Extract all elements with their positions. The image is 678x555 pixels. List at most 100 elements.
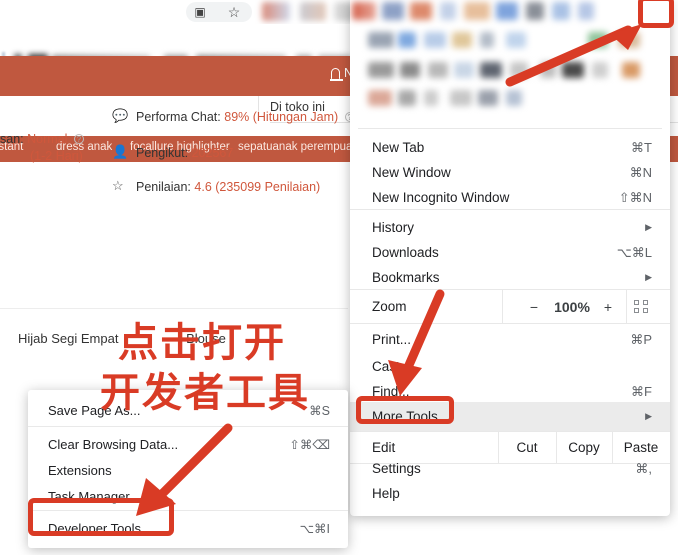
menu-zoom-row: Zoom − 100% + — [350, 290, 670, 323]
star-icon: ☆ — [112, 178, 124, 193]
stat-rating-label: Penilaian: — [136, 180, 191, 194]
submenu-item-accel: ⇧⌘⌫ — [289, 437, 330, 452]
menu-header-tile — [398, 90, 416, 106]
extension-icon-blurred[interactable] — [262, 2, 290, 21]
chrome-main-menu: New Tab ⌘T New Window ⌘N New Incognito W… — [350, 0, 670, 516]
menu-header-tile — [510, 62, 528, 78]
menu-header-tile — [398, 32, 416, 48]
submenu-divider — [28, 426, 348, 427]
fullscreen-icon[interactable] — [634, 300, 648, 313]
menu-item-accel: ⌘F — [631, 383, 652, 399]
menu-header-tile — [424, 90, 438, 106]
menu-header-tile — [450, 90, 472, 106]
shipping-detail: (1-2 Hari) — [30, 149, 83, 163]
shipping-info: san: Normal ? (1-2 Hari) — [0, 132, 84, 163]
stat-followers-label: Pengikut: — [136, 146, 189, 160]
menu-item-accel: ⌘T — [631, 139, 652, 155]
bell-icon — [329, 68, 343, 81]
category-divider — [0, 308, 348, 309]
menu-header-tile — [578, 2, 594, 20]
menu-header-tile — [382, 2, 404, 20]
menu-item-label: Settings — [372, 461, 421, 476]
menu-item-accel: ⌥⌘L — [616, 244, 652, 260]
chat-icon: 💬 — [112, 108, 129, 123]
menu-header-tile — [506, 90, 522, 106]
menu-header-tile — [424, 32, 446, 48]
zoom-divider — [502, 290, 503, 323]
submenu-item-extensions[interactable]: Extensions — [28, 456, 348, 484]
category-item[interactable]: Hijab Segi Empat — [18, 331, 118, 346]
annotation-box-developer-tools — [28, 498, 174, 536]
menu-item-print[interactable]: Print... ⌘P — [350, 325, 670, 354]
menu-header-tile — [526, 2, 544, 20]
menu-header-divider — [358, 128, 662, 129]
menu-header-tile — [410, 2, 432, 20]
annotation-text-line2: 开发者工具 — [100, 370, 310, 416]
annotation-box-kebab-menu — [638, 0, 674, 28]
menu-header-tile — [440, 2, 456, 20]
menu-header-tile — [622, 62, 640, 78]
menu-header-tile — [454, 62, 474, 78]
menu-item-label: New Window — [372, 165, 451, 180]
menu-header-tile — [464, 2, 490, 20]
zoom-out-button[interactable]: − — [526, 299, 542, 315]
stat-rating: Penilaian: 4.6 (235099 Penilaian) — [136, 180, 320, 194]
chevron-right-icon: ▶ — [645, 272, 652, 282]
submenu-item-accel: ⌘S — [309, 403, 330, 418]
extension-icon-blurred[interactable] — [300, 2, 326, 21]
submenu-item-label: Clear Browsing Data... — [48, 436, 179, 452]
menu-item-bookmarks[interactable]: Bookmarks ▶ — [350, 263, 670, 292]
menu-header-tile — [428, 62, 448, 78]
translate-icon[interactable]: ▣ — [192, 4, 208, 20]
stat-rating-value: 4.6 (235099 Penilaian) — [194, 180, 321, 194]
menu-header-tile — [478, 90, 498, 106]
tag-item[interactable]: sepatuanak perempuan — [238, 141, 359, 153]
shipping-value: Normal — [27, 132, 68, 146]
stat-followers-value: 202567 — [191, 146, 234, 160]
menu-item-label: Cast... — [372, 359, 412, 374]
star-icon[interactable]: ☆ — [226, 4, 242, 20]
submenu-item-label: Extensions — [48, 462, 112, 478]
menu-item-new-incognito-window[interactable]: New Incognito Window ⇧⌘N — [350, 183, 670, 212]
menu-item-help[interactable]: Help — [350, 479, 670, 508]
menu-header-tile — [592, 62, 608, 78]
zoom-level-value: 100% — [554, 299, 590, 315]
menu-divider — [350, 209, 670, 210]
chevron-right-icon: ▶ — [645, 222, 652, 232]
menu-item-label: Print... — [372, 332, 412, 347]
menu-item-label: New Incognito Window — [372, 190, 510, 205]
annotation-box-more-tools — [356, 396, 454, 424]
menu-header-tile — [480, 62, 502, 78]
menu-item-label: Downloads — [372, 245, 439, 260]
menu-header-tile — [352, 2, 376, 20]
shipping-label: san: — [0, 132, 24, 146]
menu-item-accel: ⌘, — [635, 460, 652, 476]
menu-header-tile — [400, 62, 420, 78]
menu-header-tile — [496, 2, 518, 20]
menu-header-tile — [552, 2, 570, 20]
menu-item-accel: ⌘N — [629, 164, 652, 180]
menu-header-tile — [506, 32, 526, 48]
menu-zoom-label: Zoom — [372, 299, 407, 314]
menu-item-label: History — [372, 220, 415, 235]
stat-chat: Performa Chat: 89% (Hitungan Jam) ? — [136, 110, 355, 124]
follower-icon: 👤 — [112, 144, 129, 159]
menu-header-tile — [562, 62, 584, 78]
submenu-item-clear-browsing-data[interactable]: Clear Browsing Data... ⇧⌘⌫ — [28, 430, 348, 458]
menu-header-tile — [368, 62, 394, 78]
zoom-divider — [626, 290, 627, 323]
menu-header-tile — [368, 32, 394, 48]
menu-item-accel: ⇧⌘N — [618, 189, 652, 205]
question-icon[interactable]: ? — [73, 134, 84, 144]
menu-header-tile — [480, 32, 494, 48]
menu-header-tile — [618, 32, 640, 48]
stat-chat-value: 89% (Hitungan Jam) — [224, 110, 339, 124]
stat-chat-label: Performa Chat: — [136, 110, 221, 124]
screenshot-root: ▣ ☆ No Di t — [0, 0, 678, 555]
menu-item-label: Bookmarks — [372, 270, 440, 285]
menu-item-label: New Tab — [372, 140, 425, 155]
menu-header-tile — [588, 32, 608, 48]
menu-divider — [350, 323, 670, 324]
stat-followers: Pengikut: 202567 — [136, 146, 233, 160]
zoom-in-button[interactable]: + — [600, 299, 616, 315]
